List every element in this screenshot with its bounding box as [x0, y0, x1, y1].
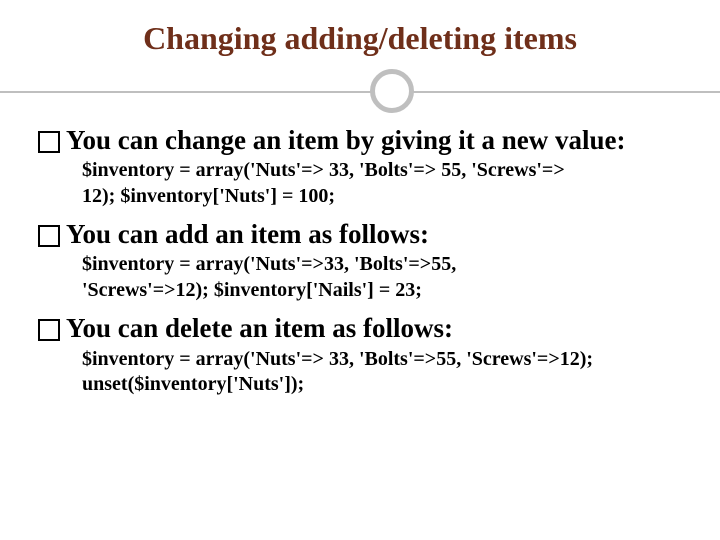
- horizontal-rule: [0, 91, 720, 93]
- section-heading: You can add an item as follows:: [38, 219, 682, 250]
- section-delete-item: You can delete an item as follows: $inve…: [38, 313, 682, 397]
- section-add-item: You can add an item as follows: $invento…: [38, 219, 682, 303]
- heading-text: You can change an item by giving it a ne…: [66, 125, 682, 156]
- slide: Changing adding/deleting items You can c…: [0, 0, 720, 540]
- heading-text: You can delete an item as follows:: [66, 313, 682, 344]
- code-block: $inventory = array('Nuts'=>33, 'Bolts'=>…: [82, 252, 582, 303]
- section-heading: You can delete an item as follows:: [38, 313, 682, 344]
- bullet-box-icon: [38, 319, 60, 341]
- section-change-item: You can change an item by giving it a ne…: [38, 125, 682, 209]
- section-heading: You can change an item by giving it a ne…: [38, 125, 682, 156]
- title-divider: [38, 65, 682, 121]
- slide-title: Changing adding/deleting items: [38, 20, 682, 57]
- code-block: $inventory = array('Nuts'=> 33, 'Bolts'=…: [82, 158, 602, 209]
- heading-text: You can add an item as follows:: [66, 219, 682, 250]
- bullet-box-icon: [38, 225, 60, 247]
- code-block: $inventory = array('Nuts'=> 33, 'Bolts'=…: [82, 347, 682, 398]
- divider-circle-icon: [370, 69, 414, 113]
- bullet-box-icon: [38, 131, 60, 153]
